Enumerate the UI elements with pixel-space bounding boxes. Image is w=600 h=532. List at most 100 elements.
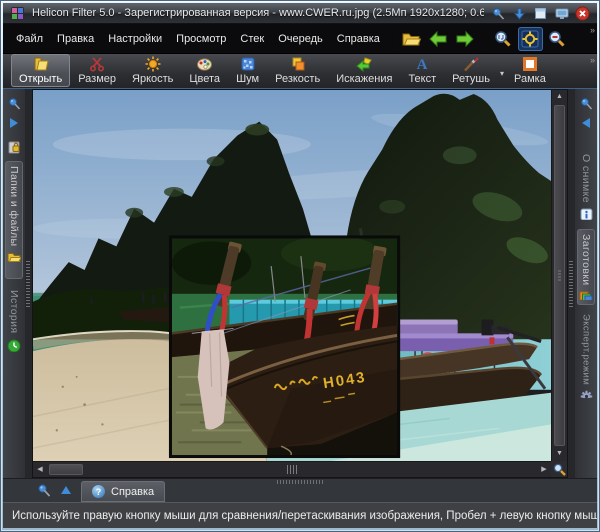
expand-right-icon[interactable] [3,113,25,133]
horizontal-scrollbar[interactable]: ◀ ▶ [33,461,551,477]
menu-queue[interactable]: Очередь [271,29,330,49]
frame-icon [522,56,538,72]
help-tab-label: Справка [111,486,154,498]
sidebar-tab-folders-files[interactable]: Папки и файлы [5,161,23,279]
noise-icon [240,56,256,72]
toolbar-overflow-chevron[interactable]: » [590,56,594,65]
bottom-panel: ? Справка [3,478,597,502]
toolbar-text-button[interactable]: A Текст [400,54,444,87]
thumb-grip [558,270,561,281]
left-splitter[interactable] [25,89,32,478]
sidebar-tab-label: История [8,290,20,334]
pin-icon[interactable] [575,93,597,113]
scissors-icon [89,56,105,72]
right-sidebar: О снимке Заготовки Эксперт.режим [575,89,597,478]
open-folder-icon[interactable] [399,27,424,51]
zoom-preview-box[interactable]: H043 [169,235,400,458]
sidebar-tab-label: Заготовки [580,234,592,286]
distort-icon [356,56,372,72]
vertical-scroll-thumb[interactable] [554,105,565,446]
presets-icon [579,291,593,300]
help-tab[interactable]: ? Справка [81,481,165,502]
toolbar-sharpness-button[interactable]: Резкость [267,54,328,87]
magnifier-icon [553,463,566,476]
menu-file[interactable]: Файл [9,29,50,49]
sidebar-tab-label: О снимке [580,154,592,203]
sidebar-tab-expert-mode[interactable]: Эксперт.режим [577,309,595,403]
menu-view[interactable]: Просмотр [169,29,233,49]
zoom-100-icon[interactable] [491,27,516,51]
close-icon[interactable] [575,6,590,21]
scroll-down-arrow[interactable]: ▼ [552,447,567,461]
maximize-icon[interactable] [533,6,548,21]
toolbar-retouch-button[interactable]: Ретушь [444,54,498,87]
menu-stack[interactable]: Стек [233,29,271,49]
bottom-splitter-grip[interactable] [277,480,323,484]
sidebar-tab-history[interactable]: История [5,285,23,357]
divider [392,29,393,49]
menubar-overflow-chevron[interactable]: » [590,26,594,35]
toolbar-open-button[interactable]: Открыть [11,54,70,87]
back-arrow-icon[interactable] [426,27,451,51]
toolbar-noise-button[interactable]: Шум [228,54,267,87]
gear-icon [580,390,593,398]
collapse-up-icon[interactable] [61,478,71,502]
photo-canvas[interactable]: H043 [33,90,551,461]
toolbar-distortion-button[interactable]: Искажения [328,54,400,87]
toolbar-button-label: Текст [408,73,436,85]
scroll-right-arrow[interactable]: ▶ [537,462,551,477]
toolbar-button-label: Резкость [275,73,320,85]
zoom-out-icon[interactable] [545,27,570,51]
corner-magnifier-button[interactable] [551,461,567,477]
beach-photo: H043 [33,90,551,461]
toolbar-button-label: Открыть [19,73,62,85]
pin-icon[interactable] [3,93,25,113]
sidebar-tab-label: Эксперт.режим [581,314,592,385]
titlebar[interactable]: Helicon Filter 5.0 - Зарегистрированная … [3,3,597,24]
folder-icon [7,251,21,263]
vertical-scrollbar[interactable]: ▲ ▼ [551,90,567,461]
pin-icon[interactable] [491,6,506,21]
pin-icon[interactable] [37,478,51,502]
sidebar-tab-about-image[interactable]: О снимке [577,149,595,225]
menu-settings[interactable]: Настройки [101,29,169,49]
toolbar-button-label: Ретушь [452,73,490,85]
menu-help[interactable]: Справка [330,29,387,49]
window-controls [491,6,590,21]
toolbar-button-label: Яркость [132,73,173,85]
toolbar-frame-button[interactable]: Рамка [506,54,554,87]
toolbar-brightness-button[interactable]: Яркость [124,54,181,87]
status-bar: Используйте правую кнопку мыши для сравн… [3,502,597,528]
info-icon [580,208,593,220]
toolbar-button-label: Шум [236,73,259,85]
zoom-fit-icon[interactable] [518,27,543,51]
menu-edit[interactable]: Правка [50,29,101,49]
toolbar-button-label: Рамка [514,73,546,85]
app-icon [10,6,25,21]
brush-icon [463,56,479,72]
splitter-grip [26,261,30,307]
scroll-left-arrow[interactable]: ◀ [33,462,47,477]
menubar: Файл Правка Настройки Просмотр Стек Очер… [3,24,597,54]
toolbar-colors-button[interactable]: Цвета [181,54,228,87]
main-area: Папки и файлы История О снимке Заготовки [3,89,597,478]
horizontal-scroll-thumb[interactable] [49,464,83,475]
image-viewport: H043 ▲ ▼ ◀ [32,89,568,478]
collapse-left-icon[interactable] [575,113,597,133]
history-clock-icon [7,339,21,352]
monitor-icon[interactable] [554,6,569,21]
right-splitter[interactable] [568,89,575,478]
retouch-dropdown-caret[interactable]: ▾ [500,69,504,78]
svg-text:A: A [417,57,428,72]
forward-arrow-icon[interactable] [453,27,478,51]
toolbar-size-button[interactable]: Размер [70,54,124,87]
toolbar-button-label: Размер [78,73,116,85]
lock-icon[interactable] [3,137,25,157]
splitter-grip [569,261,573,307]
left-sidebar: Папки и файлы История [3,89,25,478]
toolbar-button-label: Искажения [336,73,392,85]
sidebar-tab-presets[interactable]: Заготовки [577,229,595,305]
arrow-down-icon[interactable] [512,6,527,21]
scroll-up-arrow[interactable]: ▲ [552,90,567,104]
sun-icon [145,56,161,72]
